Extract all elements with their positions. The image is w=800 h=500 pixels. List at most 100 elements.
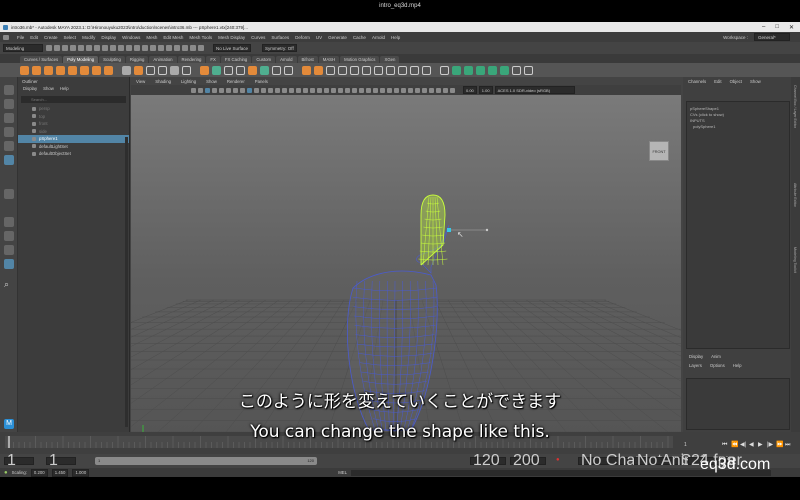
shelf-tool-icon[interactable]	[236, 65, 245, 75]
status-tool-icon[interactable]	[142, 45, 148, 51]
shelf-tool-icon[interactable]	[398, 65, 407, 75]
viewport-tool-icon[interactable]	[359, 87, 364, 93]
shelf-tab-mash[interactable]: MASH	[318, 56, 340, 63]
menu-cache[interactable]: Cache	[350, 35, 369, 40]
menu-edit[interactable]: Edit	[27, 35, 41, 40]
shelf-tab-rigging[interactable]: Rigging	[125, 56, 149, 63]
range-bar[interactable]: 1 120	[95, 457, 317, 465]
layer-tab-display[interactable]: Display	[689, 354, 703, 363]
layer-menu-options[interactable]: Options	[710, 363, 725, 371]
playback-control-icon[interactable]: ⏭	[785, 442, 791, 448]
four-pane-layout-icon[interactable]	[4, 231, 14, 241]
shelf-tab-poly-modeling[interactable]: Poly Modeling	[63, 56, 99, 63]
viewport-tool-icon[interactable]	[373, 87, 378, 93]
viewport-tool-icon[interactable]	[422, 87, 427, 93]
scale-tool-icon[interactable]	[4, 155, 14, 165]
channel-menu-object[interactable]: Object	[730, 79, 742, 84]
manip-center-handle[interactable]	[447, 228, 451, 232]
shelf-tool-icon[interactable]	[122, 65, 131, 75]
viewport-tool-icon[interactable]	[205, 87, 210, 93]
scale-manipulator[interactable]: ↖	[447, 228, 489, 239]
viewport-tool-icon[interactable]	[401, 87, 406, 93]
viewport-tool-icon[interactable]	[191, 87, 196, 93]
shelf-tool-icon[interactable]	[374, 65, 383, 75]
outliner-item-top[interactable]: top	[18, 113, 129, 121]
viewport-tool-icon[interactable]	[226, 87, 231, 93]
viewport-tool-icon[interactable]	[408, 87, 413, 93]
viewport-tool-icon[interactable]	[275, 87, 280, 93]
shelf-tool-icon[interactable]	[500, 65, 509, 75]
shelf-tab-arnold[interactable]: Arnold	[276, 56, 297, 63]
menu-select[interactable]: Select	[61, 35, 80, 40]
channel-menu-channels[interactable]: Channels	[688, 79, 706, 84]
menu-set-dropdown[interactable]: Modeling	[3, 44, 43, 52]
playback-control-icon[interactable]: ▶	[758, 442, 763, 448]
playback-control-icon[interactable]: ◀	[749, 442, 754, 448]
menu-arnold[interactable]: Arnold	[369, 35, 388, 40]
outliner-search-input[interactable]: Search...	[21, 96, 126, 103]
viewport-tool-icon[interactable]	[429, 87, 434, 93]
viewport-tool-icon[interactable]	[296, 87, 301, 93]
viewport-tool-icon[interactable]	[233, 87, 238, 93]
shelf-tab-rendering[interactable]: Rendering	[177, 56, 206, 63]
menu-mesh-tools[interactable]: Mesh Tools	[186, 35, 215, 40]
channel-menu-show[interactable]: Show	[750, 79, 761, 84]
shelf-tool-icon[interactable]	[350, 65, 359, 75]
outliner-menu-show[interactable]: Show	[43, 86, 54, 94]
viewport-tool-icon[interactable]	[352, 87, 357, 93]
menu-deform[interactable]: Deform	[292, 35, 313, 40]
status-tool-icon[interactable]	[78, 45, 84, 51]
viewport-tool-icon[interactable]	[366, 87, 371, 93]
viewport-tool-icon[interactable]	[247, 87, 252, 93]
shelf-tool-icon[interactable]	[200, 65, 209, 75]
viewport-tool-icon[interactable]	[219, 87, 224, 93]
single-pane-layout-icon[interactable]	[4, 217, 14, 227]
shelf-tool-icon[interactable]	[32, 65, 41, 75]
status-tool-icon[interactable]	[118, 45, 124, 51]
shelf-tab-animation[interactable]: Animation	[149, 56, 177, 63]
shelf-tool-icon[interactable]	[56, 65, 65, 75]
playback-control-icon[interactable]: |▶	[767, 442, 774, 448]
side-by-side-layout-icon[interactable]	[4, 245, 14, 255]
shelf-tab-custom[interactable]: Custom	[252, 56, 276, 63]
manip-x-handle[interactable]	[485, 228, 489, 232]
menu-create[interactable]: Create	[41, 35, 61, 40]
close-icon[interactable]: ✕	[789, 24, 794, 31]
viewport-menu-shading[interactable]: Shading	[155, 79, 171, 84]
shelf-tool-icon[interactable]	[134, 65, 143, 75]
viewport-tool-icon[interactable]	[212, 87, 217, 93]
status-tool-icon[interactable]	[86, 45, 92, 51]
outliner-scrollbar[interactable]	[125, 137, 128, 427]
viewport-menu-panels[interactable]: Panels	[255, 79, 268, 84]
lasso-tool-icon[interactable]	[4, 99, 14, 109]
shelf-tool-icon[interactable]	[272, 65, 281, 75]
channel-menu-edit[interactable]: Edit	[714, 79, 721, 84]
shelf-tab-xgen[interactable]: XGen	[380, 56, 400, 63]
viewport-tool-icon[interactable]	[450, 87, 455, 93]
status-tool-icon[interactable]	[166, 45, 172, 51]
status-tool-icon[interactable]	[126, 45, 132, 51]
scale-z-field[interactable]: 1.000	[72, 468, 90, 477]
status-tool-icon[interactable]	[150, 45, 156, 51]
menu-help[interactable]: Help	[388, 35, 403, 40]
menu-generate[interactable]: Generate	[325, 35, 350, 40]
shelf-tab-curves-surfaces[interactable]: Curves / Surfaces	[20, 56, 63, 63]
outliner-item-psphere1[interactable]: pSphere1	[18, 135, 129, 143]
shelf-tool-icon[interactable]	[182, 65, 191, 75]
shelf-tool-icon[interactable]	[68, 65, 77, 75]
exposure-field[interactable]: 0.00	[463, 86, 477, 94]
show-manip-icon[interactable]	[4, 189, 14, 199]
viewport-tool-icon[interactable]	[317, 87, 322, 93]
shelf-tool-icon[interactable]	[224, 65, 233, 75]
shelf-tool-icon[interactable]	[386, 65, 395, 75]
end-time-field[interactable]: 200	[510, 452, 546, 469]
home-icon[interactable]	[3, 34, 9, 40]
viewport-tool-icon[interactable]	[415, 87, 420, 93]
viewport-menu-lighting[interactable]: Lighting	[181, 79, 196, 84]
shelf-tool-icon[interactable]	[92, 65, 101, 75]
playback-end-field[interactable]: 120	[470, 452, 506, 469]
anim-layer-dropdown[interactable]: No Anim Layer	[634, 452, 742, 469]
side-tab-channel-box[interactable]: Channel Box / Layer Editor	[793, 85, 797, 128]
viewport-tool-icon[interactable]	[268, 87, 273, 93]
shelf-tool-icon[interactable]	[338, 65, 347, 75]
